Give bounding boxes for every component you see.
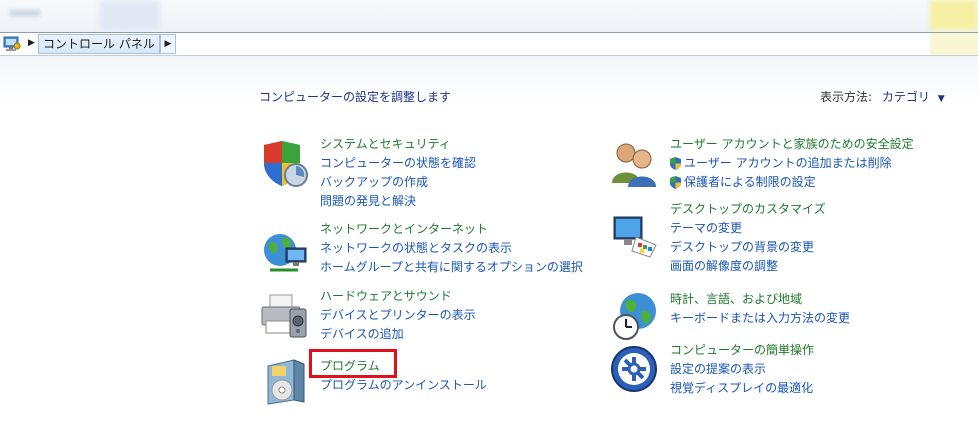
homegroup-link[interactable]: ホームグループと共有に関するオプションの選択 xyxy=(320,258,583,277)
add-remove-accounts-link[interactable]: ユーザー アカウントの追加または削除 xyxy=(670,154,914,173)
view-by: 表示方法: カテゴリ ▼ xyxy=(820,88,945,105)
security-shield-icon[interactable] xyxy=(260,139,310,189)
address-search-area[interactable] xyxy=(930,33,978,55)
uac-shield-icon xyxy=(670,176,681,189)
user-accounts-title[interactable]: ユーザー アカウントと家族のための安全設定 xyxy=(670,135,914,154)
control-panel-icon xyxy=(3,36,21,51)
add-remove-accounts-label: ユーザー アカウントの追加または削除 xyxy=(684,156,892,170)
backup-link[interactable]: バックアップの作成 xyxy=(320,173,476,192)
keyboard-input-link[interactable]: キーボードまたは入力方法の変更 xyxy=(670,309,850,328)
uac-shield-icon xyxy=(670,157,681,170)
category-network: ネットワークとインターネット ネットワークの状態とタスクの表示 ホームグループと… xyxy=(320,220,583,277)
network-globe-icon[interactable] xyxy=(260,226,310,276)
change-theme-link[interactable]: テーマの変更 xyxy=(670,219,826,238)
display-palette-icon[interactable] xyxy=(610,211,660,261)
uninstall-program-link[interactable]: プログラムのアンインストール xyxy=(320,376,487,395)
address-bar[interactable]: ▶ コントロール パネル ▶ xyxy=(0,32,978,56)
breadcrumb-separator-icon[interactable]: ▶ xyxy=(28,38,35,48)
add-device-link[interactable]: デバイスの追加 xyxy=(320,325,476,344)
optimize-display-link[interactable]: 視覚ディスプレイの最適化 xyxy=(670,379,814,398)
suggested-settings-link[interactable]: 設定の提案の表示 xyxy=(670,360,814,379)
blurred-highlight xyxy=(930,0,978,30)
network-status-link[interactable]: ネットワークの状態とタスクの表示 xyxy=(320,239,583,258)
breadcrumb-next-arrow-icon[interactable]: ▶ xyxy=(160,34,176,54)
view-by-dropdown[interactable]: カテゴリ xyxy=(882,90,930,104)
ease-of-access-title[interactable]: コンピューターの簡単操作 xyxy=(670,341,814,360)
system-security-title[interactable]: システムとセキュリティ xyxy=(320,135,476,154)
change-background-link[interactable]: デスクトップの背景の変更 xyxy=(670,238,826,257)
category-user-accounts: ユーザー アカウントと家族のための安全設定 ユーザー アカウントの追加または削除… xyxy=(670,135,914,192)
blurred-toolbar xyxy=(100,0,160,30)
printer-icon[interactable] xyxy=(260,291,310,341)
highlight-box xyxy=(309,349,397,378)
check-status-link[interactable]: コンピューターの状態を確認 xyxy=(320,154,476,173)
category-ease-of-access: コンピューターの簡単操作 設定の提案の表示 視覚ディスプレイの最適化 xyxy=(670,341,814,398)
troubleshoot-link[interactable]: 問題の発見と解決 xyxy=(320,192,476,211)
network-title[interactable]: ネットワークとインターネット xyxy=(320,220,583,239)
parental-controls-link[interactable]: 保護者による制限の設定 xyxy=(670,173,914,192)
program-box-icon[interactable] xyxy=(260,356,310,406)
parental-controls-label: 保護者による制限の設定 xyxy=(684,175,816,189)
category-appearance: デスクトップのカスタマイズ テーマの変更 デスクトップの背景の変更 画面の解像度… xyxy=(670,200,826,276)
window-top-strip xyxy=(0,0,978,32)
view-by-label: 表示方法: xyxy=(820,90,873,104)
category-clock-region: 時計、言語、および地域 キーボードまたは入力方法の変更 xyxy=(670,290,850,328)
users-icon[interactable] xyxy=(610,139,660,189)
ease-of-access-icon[interactable] xyxy=(610,345,660,395)
appearance-title[interactable]: デスクトップのカスタマイズ xyxy=(670,200,826,219)
blurred-menu-item xyxy=(10,10,40,16)
clock-region-title[interactable]: 時計、言語、および地域 xyxy=(670,290,850,309)
hardware-sound-title[interactable]: ハードウェアとサウンド xyxy=(320,287,476,306)
devices-printers-link[interactable]: デバイスとプリンターの表示 xyxy=(320,306,476,325)
category-hardware-sound: ハードウェアとサウンド デバイスとプリンターの表示 デバイスの追加 xyxy=(320,287,476,344)
chevron-down-icon[interactable]: ▼ xyxy=(938,94,945,104)
breadcrumb-control-panel[interactable]: コントロール パネル xyxy=(38,34,160,54)
globe-clock-icon[interactable] xyxy=(610,291,660,341)
category-system-security: システムとセキュリティ コンピューターの状態を確認 バックアップの作成 問題の発… xyxy=(320,135,476,211)
adjust-resolution-link[interactable]: 画面の解像度の調整 xyxy=(670,257,826,276)
page-title: コンピューターの設定を調整します xyxy=(259,90,452,104)
